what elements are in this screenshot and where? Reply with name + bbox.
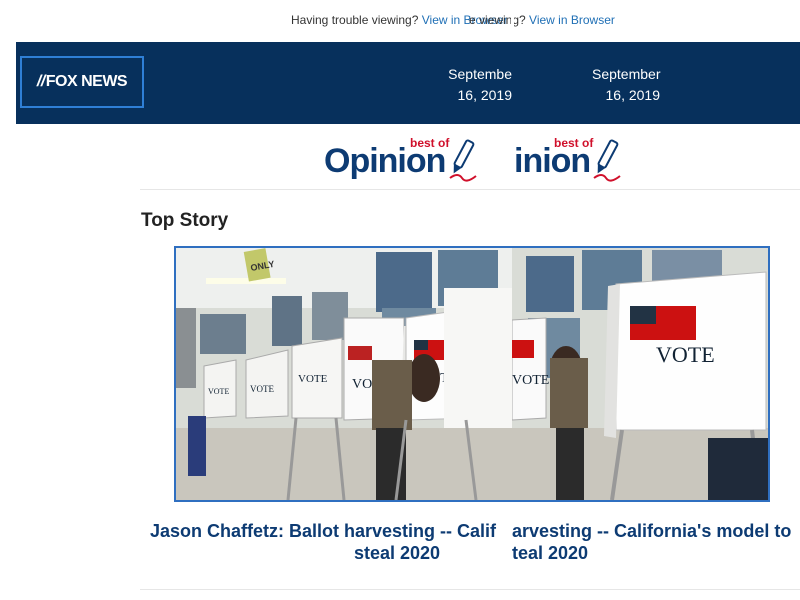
pen-icon <box>449 139 477 182</box>
view-in-browser-link-duplicate[interactable]: View in Browser <box>529 13 615 27</box>
best-of-opinion-banner-duplicate: inion best of <box>512 136 622 186</box>
story-headline-line-2: steal 2020 <box>354 543 441 563</box>
trouble-viewing-notice-duplicate: e viewing? View in Browser <box>469 13 669 27</box>
booth-vote-label: VOTE <box>250 384 274 394</box>
divider <box>140 189 800 190</box>
voting-booth: VOTE <box>245 349 289 419</box>
best-of-opinion-banner: Opinion best of <box>322 136 512 186</box>
voting-booth: VOTE <box>291 337 343 419</box>
header-date: Septembe 16, 2019 <box>448 64 512 106</box>
header-date-duplicate-line-2: 16, 2019 <box>605 87 661 103</box>
render-seam <box>511 10 514 30</box>
trouble-viewing-text-duplicate: e viewing? <box>469 13 526 27</box>
logo-text: //FOX NEWS <box>36 73 128 90</box>
story-image[interactable]: ONLY VOTE VOTE VOTE VOTE VOTE VOTE <box>174 246 770 502</box>
story-headline-duplicate-line-1: arvesting -- California's model to <box>512 521 792 541</box>
best-of-label: best of <box>410 136 450 150</box>
story-headline-line-1: Jason Chaffetz: Ballot harvesting -- Cal… <box>150 521 497 541</box>
story-headline-duplicate-line-2: teal 2020 <box>512 543 589 563</box>
booth-vote-label: VOTE <box>512 373 549 388</box>
story-image-right: VOTE VOTE <box>512 248 768 500</box>
story-headline-duplicate[interactable]: arvesting -- California's model to teal … <box>512 520 800 564</box>
booth-vote-label: VOTE <box>656 342 715 367</box>
story-image-left: ONLY VOTE VOTE VOTE VOTE <box>176 248 512 500</box>
trouble-viewing-text: Having trouble viewing? <box>291 13 419 27</box>
best-of-label-duplicate: best of <box>554 136 594 150</box>
booth-vote-label: VOTE <box>298 373 328 385</box>
voting-booth: VOTE <box>512 317 549 421</box>
divider <box>140 589 800 590</box>
header-date-duplicate-line-1: September <box>592 66 661 82</box>
voting-booth: VOTE <box>604 271 767 438</box>
voting-booth: VOTE <box>203 359 237 419</box>
header-date-duplicate: September 16, 2019 <box>592 64 660 106</box>
fox-news-logo[interactable]: //FOX NEWS <box>20 56 144 108</box>
section-title: Top Story <box>141 210 229 231</box>
booth-vote-label: VOTE <box>208 387 229 396</box>
header-date-line-2: 16, 2019 <box>457 87 513 103</box>
email-header: //FOX NEWS Septembe 16, 2019 September 1… <box>16 42 800 124</box>
story-headline[interactable]: Jason Chaffetz: Ballot harvesting -- Cal… <box>140 520 512 564</box>
pen-icon-duplicate <box>593 139 621 182</box>
header-date-line-1: Septembe <box>448 66 512 82</box>
